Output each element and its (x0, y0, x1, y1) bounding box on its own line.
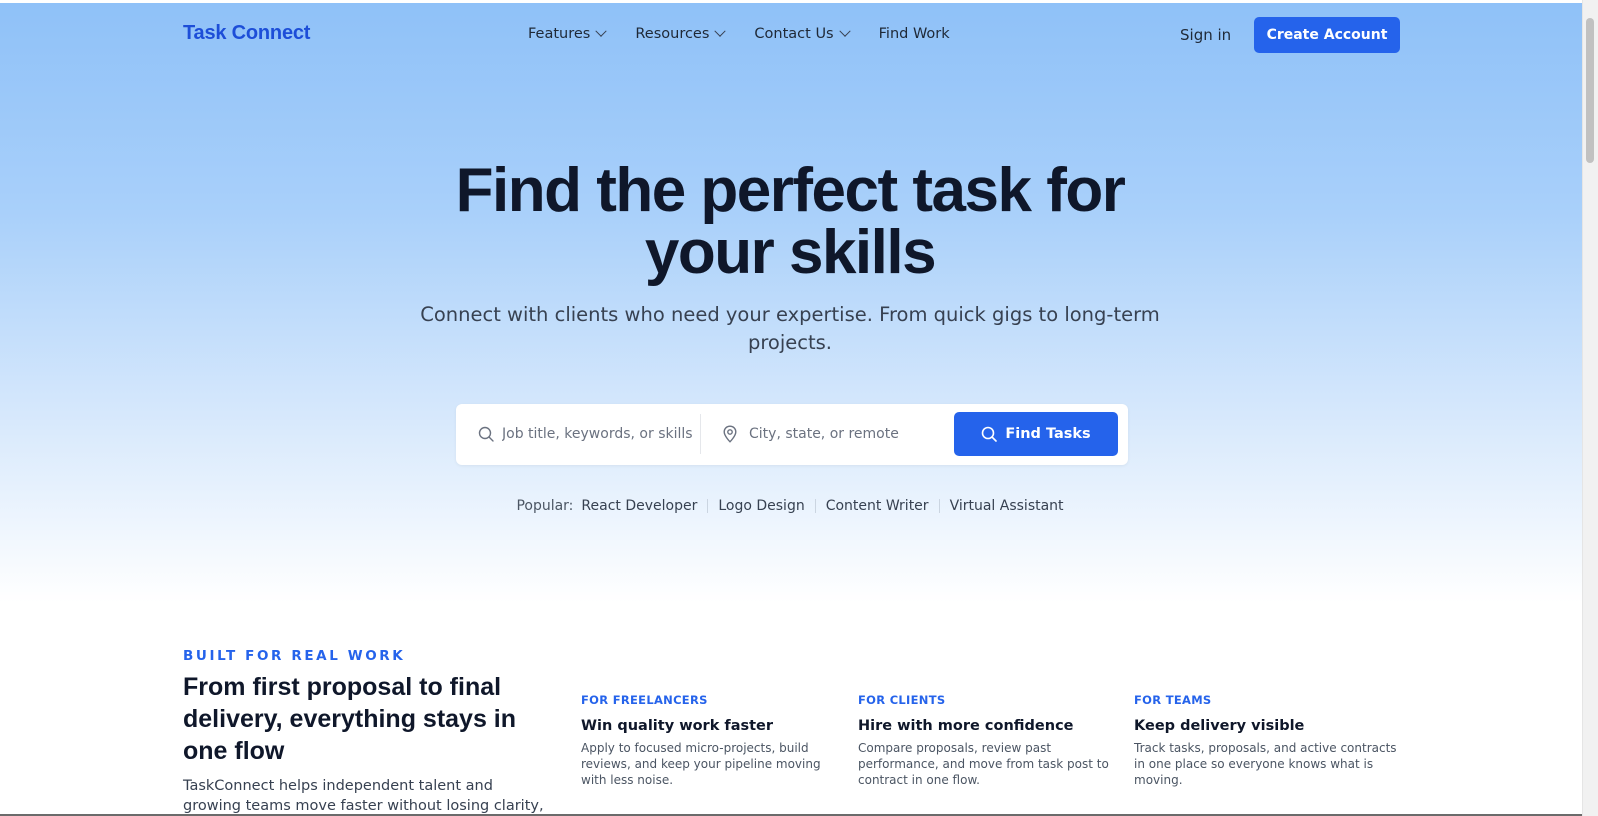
create-account-button[interactable]: Create Account (1254, 17, 1400, 53)
card-description: Compare proposals, review past performan… (858, 741, 1109, 787)
popular-tag[interactable]: React Developer (581, 498, 697, 514)
search-divider (700, 414, 701, 454)
card-kicker: FOR TEAMS (1134, 693, 1212, 707)
audience-card-clients: FOR CLIENTS Hire with more confidence Co… (858, 693, 1123, 788)
chevron-down-icon (714, 25, 727, 37)
card-title: Win quality work faster (581, 718, 774, 734)
section-title: From first proposal to final delivery, e… (183, 673, 517, 765)
nav-item-label: Find Work (878, 26, 950, 42)
brand-logo[interactable]: Task Connect (183, 22, 310, 45)
chevron-down-icon (595, 25, 608, 37)
popular-tag[interactable]: Content Writer (826, 498, 929, 514)
popular-tag[interactable]: Logo Design (718, 498, 804, 514)
nav-item-resources[interactable]: Resources (635, 25, 727, 42)
nav-item-find-work[interactable]: Find Work (879, 26, 950, 42)
location-pin-icon (723, 425, 737, 443)
hero-headline-line-1: Find the perfect task for (455, 156, 1126, 225)
audience-card-freelancers: FOR FREELANCERS Win quality work faster … (581, 693, 846, 788)
search-icon (982, 426, 998, 442)
keywords-input[interactable] (502, 424, 692, 444)
hero-headline-line-2: your skills (644, 218, 937, 287)
chevron-down-icon (838, 25, 851, 37)
hero-subhead: Connect with clients who need your exper… (420, 303, 1160, 354)
nav-item-features[interactable]: Features (528, 25, 608, 42)
nav-item-label: Resources (635, 26, 710, 42)
section-eyebrow: BUILT FOR REAL WORK (183, 648, 406, 664)
main-nav: Features Resources Contact Us Find Work (528, 25, 980, 42)
hero-headline: Find the perfect task for your skills (400, 160, 1180, 284)
search-icon (478, 426, 494, 442)
tag-separator (938, 499, 940, 513)
sign-in-link[interactable]: Sign in (1180, 26, 1231, 44)
card-title: Keep delivery visible (1134, 718, 1305, 734)
section-body: TaskConnect helps independent talent and… (183, 778, 544, 814)
scrollbar-thumb[interactable] (1586, 18, 1594, 163)
find-tasks-label: Find Tasks (1005, 426, 1091, 442)
nav-item-contact-us[interactable]: Contact Us (754, 25, 851, 42)
popular-label: Popular: (516, 498, 574, 514)
location-input[interactable] (749, 424, 939, 444)
card-description: Apply to focused micro-projects, build r… (581, 741, 821, 787)
nav-item-label: Features (528, 26, 591, 42)
popular-searches: Popular: React Developer Logo Design Con… (400, 498, 1180, 514)
popular-tag[interactable]: Virtual Assistant (950, 498, 1064, 514)
nav-item-label: Contact Us (754, 26, 834, 42)
card-kicker: FOR CLIENTS (858, 693, 946, 707)
tag-separator (707, 499, 709, 513)
find-tasks-button[interactable]: Find Tasks (954, 412, 1118, 456)
card-description: Track tasks, proposals, and active contr… (1134, 741, 1397, 787)
card-kicker: FOR FREELANCERS (581, 693, 708, 707)
audience-card-teams: FOR TEAMS Keep delivery visible Track ta… (1134, 693, 1399, 788)
card-title: Hire with more confidence (858, 718, 1074, 734)
tag-separator (814, 499, 816, 513)
